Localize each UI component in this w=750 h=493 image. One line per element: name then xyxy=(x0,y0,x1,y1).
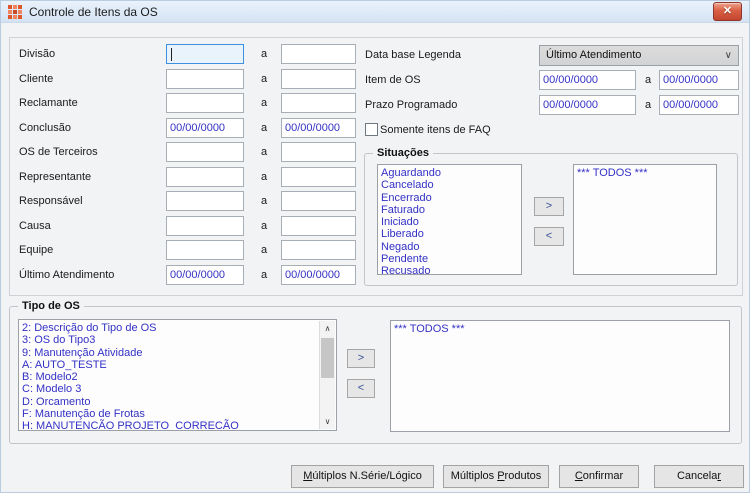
groupbox-title: Situações xyxy=(373,146,433,160)
list-item[interactable]: H: MANUTENCÃO PROJETO CORRECÃO xyxy=(22,420,318,430)
list-item[interactable]: *** TODOS *** xyxy=(577,167,716,179)
list-item[interactable]: Faturado xyxy=(381,204,521,216)
range-separator: a xyxy=(260,269,268,281)
close-icon[interactable]: ✕ xyxy=(713,2,742,21)
field-label: Representante xyxy=(19,171,92,183)
scrollbar-thumb[interactable] xyxy=(321,338,334,378)
situacoes-move-right-button[interactable]: > xyxy=(534,197,564,216)
list-item[interactable]: C: Modelo 3 xyxy=(22,383,318,395)
list-item[interactable]: Aguardando xyxy=(381,167,521,179)
button-label: onfirmar xyxy=(582,470,624,482)
tipo-os-move-right-button[interactable]: > xyxy=(347,349,375,368)
field-label: OS de Terceiros xyxy=(19,146,98,158)
list-item[interactable]: A: AUTO_TESTE xyxy=(22,359,318,371)
list-item[interactable]: B: Modelo2 xyxy=(22,371,318,383)
scroll-down-icon[interactable]: ∨ xyxy=(320,414,335,429)
titlebar: Controle de Itens da OS ✕ xyxy=(1,1,749,23)
row-data-base-legenda: Data base Legenda Último Atendimento ∨ xyxy=(1,45,749,66)
list-item[interactable]: D: Orcamento xyxy=(22,396,318,408)
multiplos-produtos-button[interactable]: Múltiplos Produtos xyxy=(443,465,549,488)
range-separator: a xyxy=(260,220,268,232)
list-item[interactable]: *** TODOS *** xyxy=(394,323,729,335)
tipo-os-groupbox: Tipo de OS 2: Descrição do Tipo de OS 3:… xyxy=(9,299,742,444)
selected-option: Último Atendimento xyxy=(546,49,642,61)
situacoes-available-list[interactable]: Aguardando Cancelado Encerrado Faturado … xyxy=(377,164,522,275)
checkbox-label: Somente itens de FAQ xyxy=(380,124,491,136)
range-separator: a xyxy=(644,74,652,86)
dialog-controle-itens-os: Controle de Itens da OS ✕ Divisão a Clie… xyxy=(0,0,750,493)
representante-from-input[interactable] xyxy=(166,167,244,187)
situacoes-groupbox: Situações Aguardando Cancelado Encerrado… xyxy=(364,146,738,286)
confirmar-button[interactable]: Confirmar xyxy=(559,465,639,488)
prazo-to-input[interactable] xyxy=(659,95,739,115)
field-label: Responsável xyxy=(19,195,83,207)
range-separator: a xyxy=(260,146,268,158)
groupbox-title: Tipo de OS xyxy=(18,299,84,313)
button-label: Múltiplos xyxy=(450,470,498,482)
button-label: últiplos N.Série/Lógico xyxy=(312,470,422,482)
row-item-de-os: Item de OS a xyxy=(1,70,749,90)
range-separator: a xyxy=(260,244,268,256)
button-label: rodutos xyxy=(504,470,542,482)
button-label: P xyxy=(497,470,505,482)
causa-to-input[interactable] xyxy=(281,216,356,236)
situacoes-selected-list[interactable]: *** TODOS *** xyxy=(573,164,717,275)
prazo-from-input[interactable] xyxy=(539,95,636,115)
chevron-down-icon: ∨ xyxy=(724,50,732,61)
row-somente-faq: Somente itens de FAQ xyxy=(1,120,749,140)
field-label: Prazo Programado xyxy=(365,99,458,111)
representante-to-input[interactable] xyxy=(281,167,356,187)
vertical-scrollbar[interactable]: ∧ ∨ xyxy=(319,321,335,429)
range-separator: a xyxy=(260,195,268,207)
tipo-os-available-list[interactable]: 2: Descrição do Tipo de OS 3: OS do Tipo… xyxy=(18,319,337,431)
row-prazo-programado: Prazo Programado a xyxy=(1,95,749,115)
list-item[interactable]: Recusado xyxy=(381,265,521,274)
data-base-legenda-select[interactable]: Último Atendimento ∨ xyxy=(539,45,739,66)
field-label: Causa xyxy=(19,220,51,232)
equipe-to-input[interactable] xyxy=(281,240,356,260)
situacoes-move-left-button[interactable]: < xyxy=(534,227,564,246)
ultimo-atendimento-from-input[interactable] xyxy=(166,265,244,285)
list-item[interactable]: 9: Manutenção Atividade xyxy=(22,347,318,359)
field-label: Data base Legenda xyxy=(365,49,462,61)
os-terceiros-from-input[interactable] xyxy=(166,142,244,162)
field-label: Equipe xyxy=(19,244,54,256)
range-separator: a xyxy=(644,99,652,111)
button-label: C xyxy=(574,470,583,482)
equipe-from-input[interactable] xyxy=(166,240,244,260)
button-label: M xyxy=(303,470,313,482)
list-item[interactable]: Pendente xyxy=(381,253,521,265)
field-label: Último Atendimento xyxy=(19,269,115,281)
list-item[interactable]: Cancelado xyxy=(381,179,521,191)
list-item[interactable]: Negado xyxy=(381,241,521,253)
list-item[interactable]: Encerrado xyxy=(381,192,521,204)
scroll-up-icon[interactable]: ∧ xyxy=(320,321,335,336)
os-terceiros-to-input[interactable] xyxy=(281,142,356,162)
range-separator: a xyxy=(260,171,268,183)
list-item[interactable]: 2: Descrição do Tipo de OS xyxy=(22,322,318,334)
item-os-to-input[interactable] xyxy=(659,70,739,90)
causa-from-input[interactable] xyxy=(166,216,244,236)
window-title: Controle de Itens da OS xyxy=(29,5,158,19)
app-icon xyxy=(8,5,22,19)
somente-faq-checkbox[interactable] xyxy=(365,123,378,136)
item-os-from-input[interactable] xyxy=(539,70,636,90)
list-item[interactable]: 3: OS do Tipo3 xyxy=(22,334,318,346)
ultimo-atendimento-to-input[interactable] xyxy=(281,265,356,285)
tipo-os-move-left-button[interactable]: < xyxy=(347,379,375,398)
list-item[interactable]: Liberado xyxy=(381,228,521,240)
list-item[interactable]: Iniciado xyxy=(381,216,521,228)
button-label: r xyxy=(717,470,722,482)
list-item[interactable]: F: Manutenção de Frotas xyxy=(22,408,318,420)
responsavel-to-input[interactable] xyxy=(281,191,356,211)
multiplos-nserie-logico-button[interactable]: Múltiplos N.Série/Lógico xyxy=(291,465,434,488)
cancelar-button[interactable]: Cancelar xyxy=(654,465,744,488)
responsavel-from-input[interactable] xyxy=(166,191,244,211)
button-label: Cancela xyxy=(676,470,718,482)
field-label: Item de OS xyxy=(365,74,421,86)
tipo-os-selected-list[interactable]: *** TODOS *** xyxy=(390,320,730,432)
